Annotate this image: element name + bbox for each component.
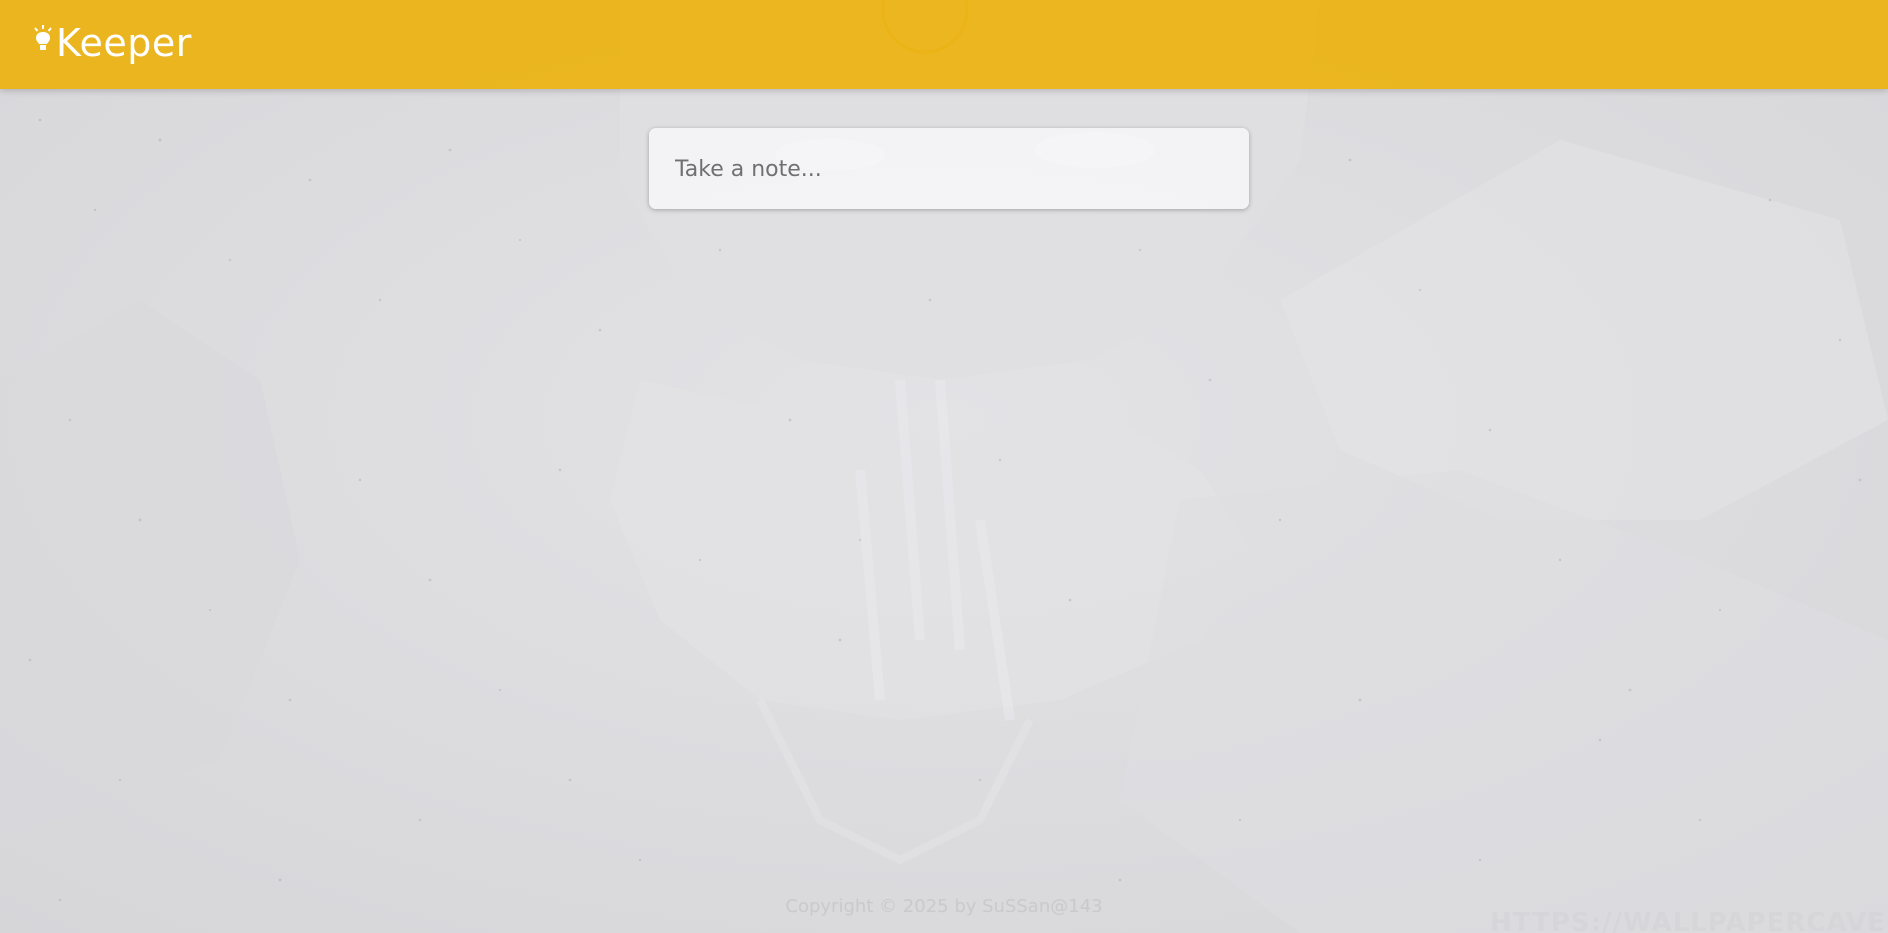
footer-copyright: Copyright © 2025 by SuSSan@143 (785, 896, 1103, 917)
note-input[interactable] (673, 128, 1227, 211)
app-logo[interactable]: Keeper (32, 18, 192, 68)
create-note-area[interactable] (649, 128, 1249, 211)
app-header: Keeper (0, 0, 1888, 89)
app-title: Keeper (56, 21, 192, 65)
bulb-icon (34, 25, 52, 50)
